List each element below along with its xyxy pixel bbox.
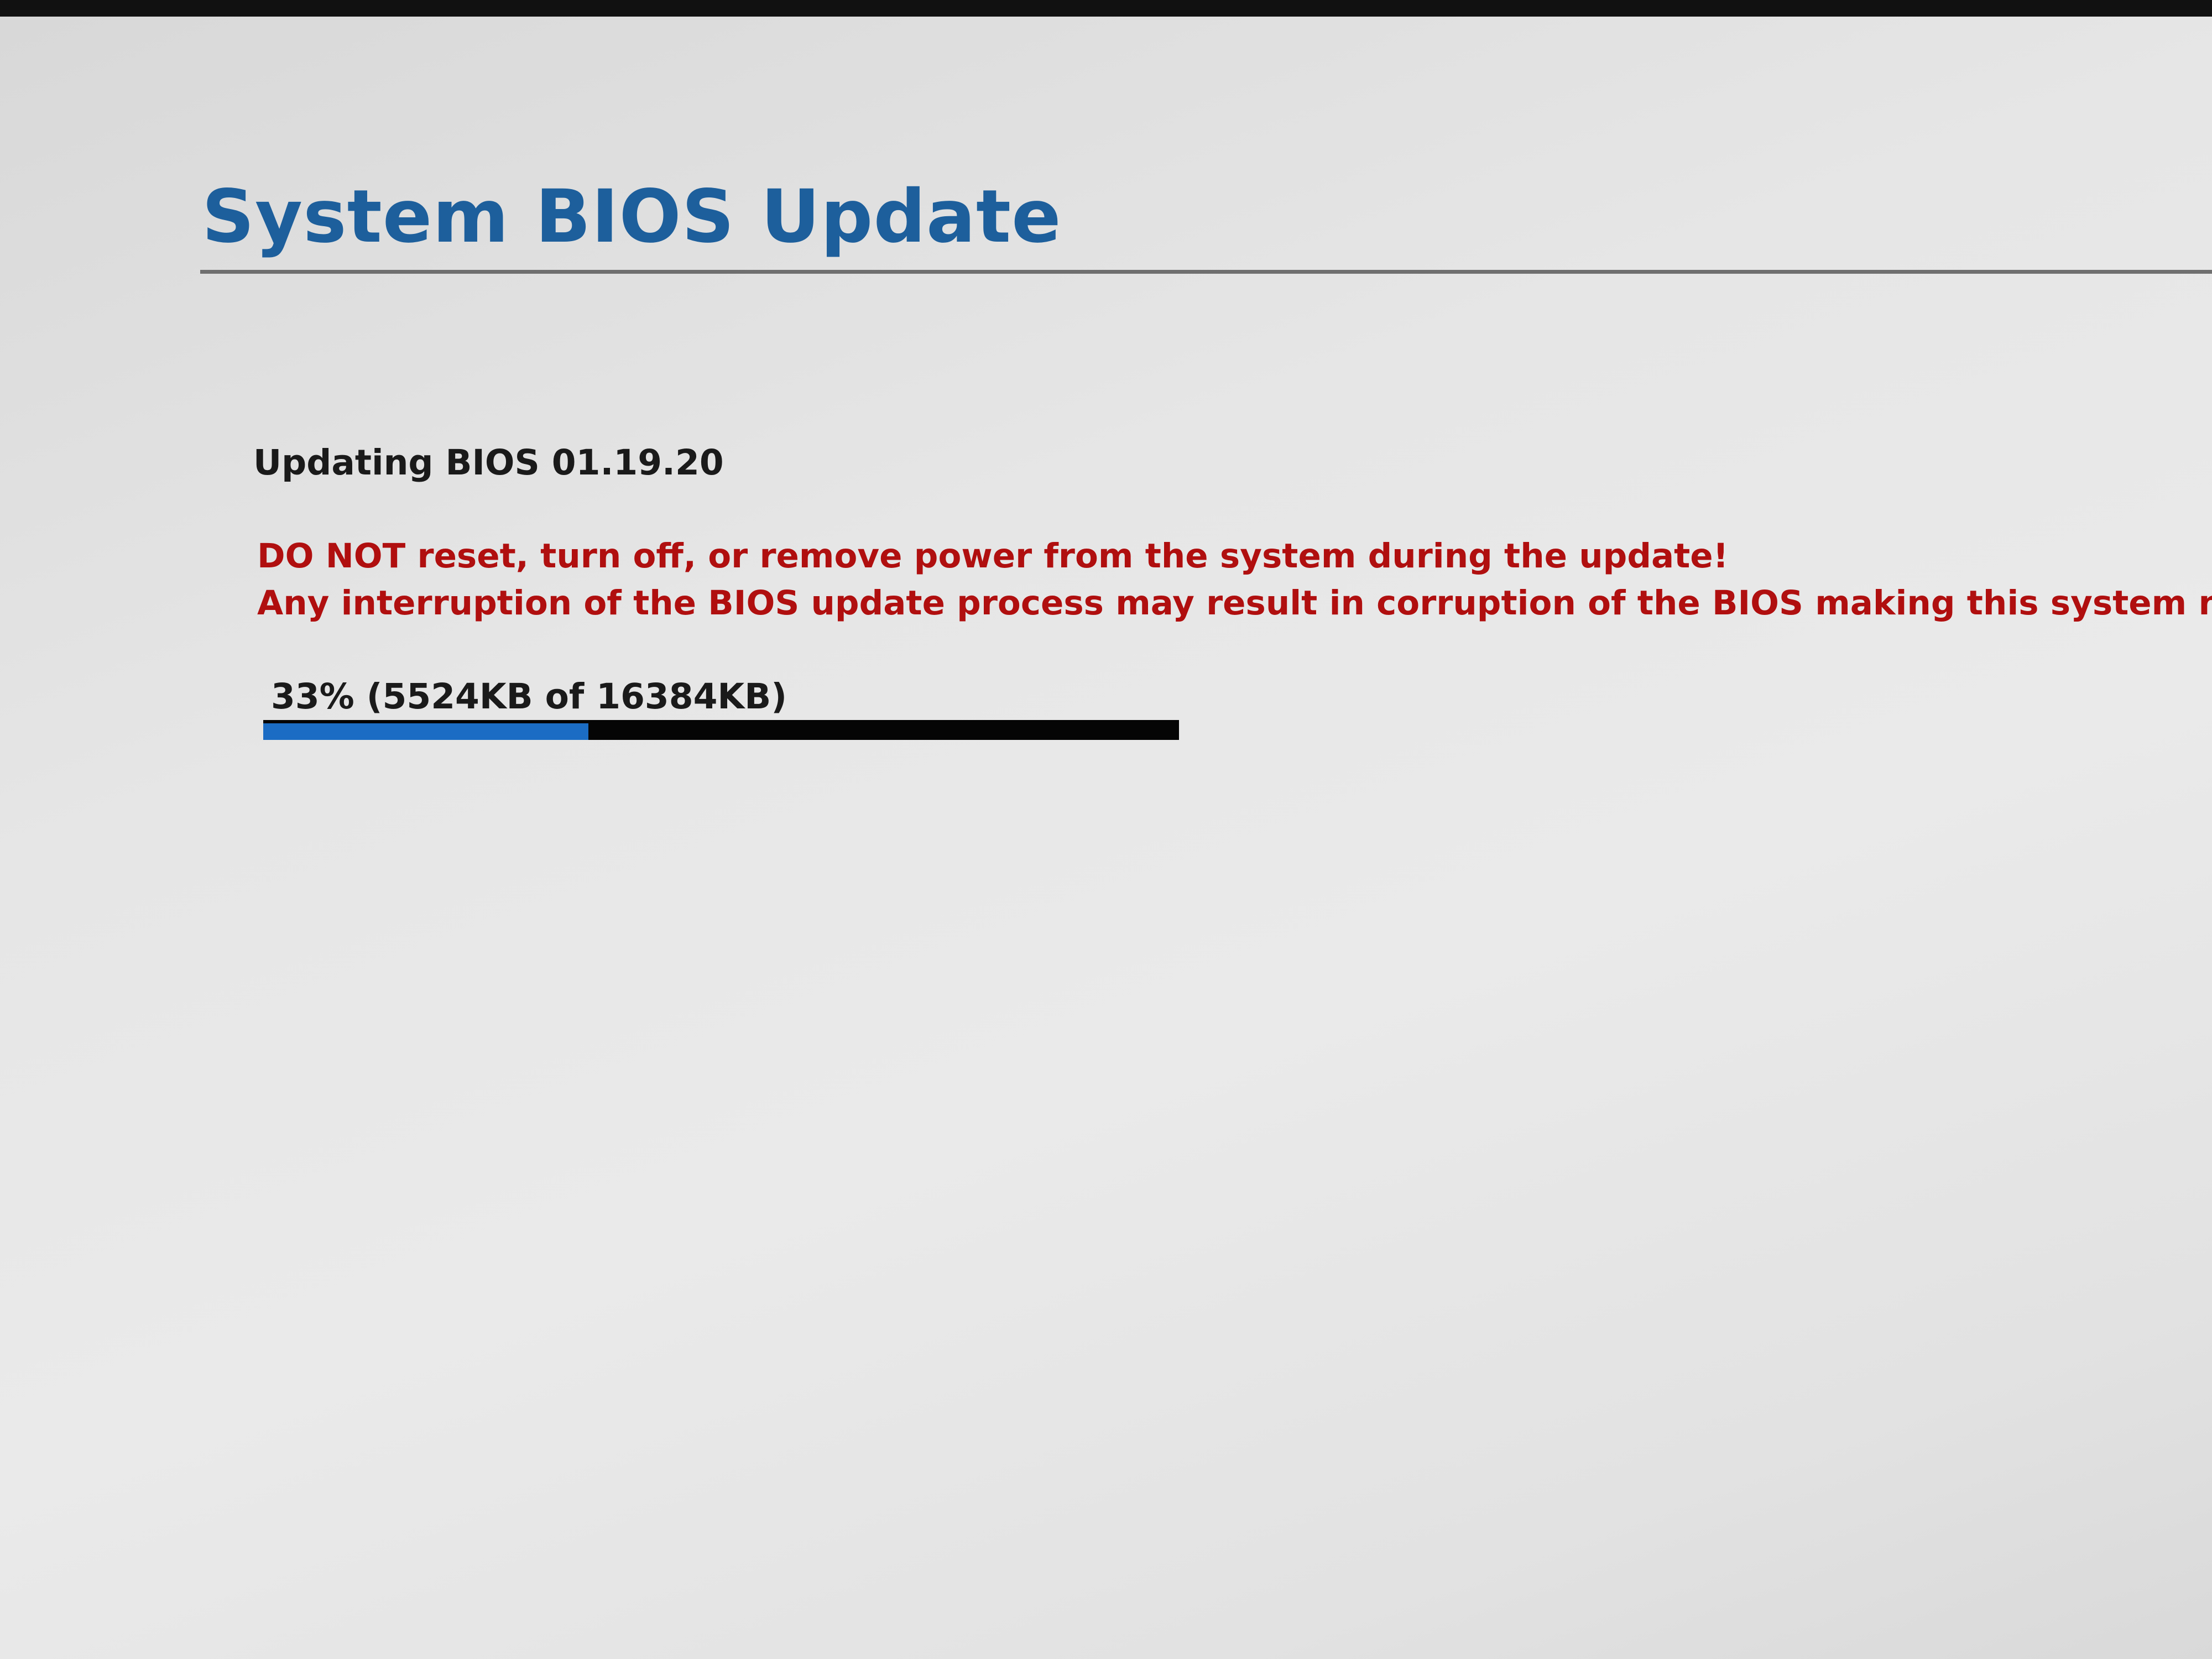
update-status-text: Updating BIOS 01.19.20: [253, 442, 724, 483]
power-warning-text: DO NOT reset, turn off, or remove power …: [257, 536, 1729, 576]
progress-bar: [263, 720, 1179, 740]
page-title: System BIOS Update: [202, 174, 1062, 259]
progress-bar-fill: [263, 723, 588, 740]
progress-label: 33% (5524KB of 16384KB): [271, 676, 787, 717]
corruption-warning-text: Any interruption of the BIOS update proc…: [257, 583, 2212, 623]
title-divider: [200, 270, 2212, 274]
bios-update-screen: System BIOS Update Updating BIOS 01.19.2…: [0, 17, 2212, 1659]
